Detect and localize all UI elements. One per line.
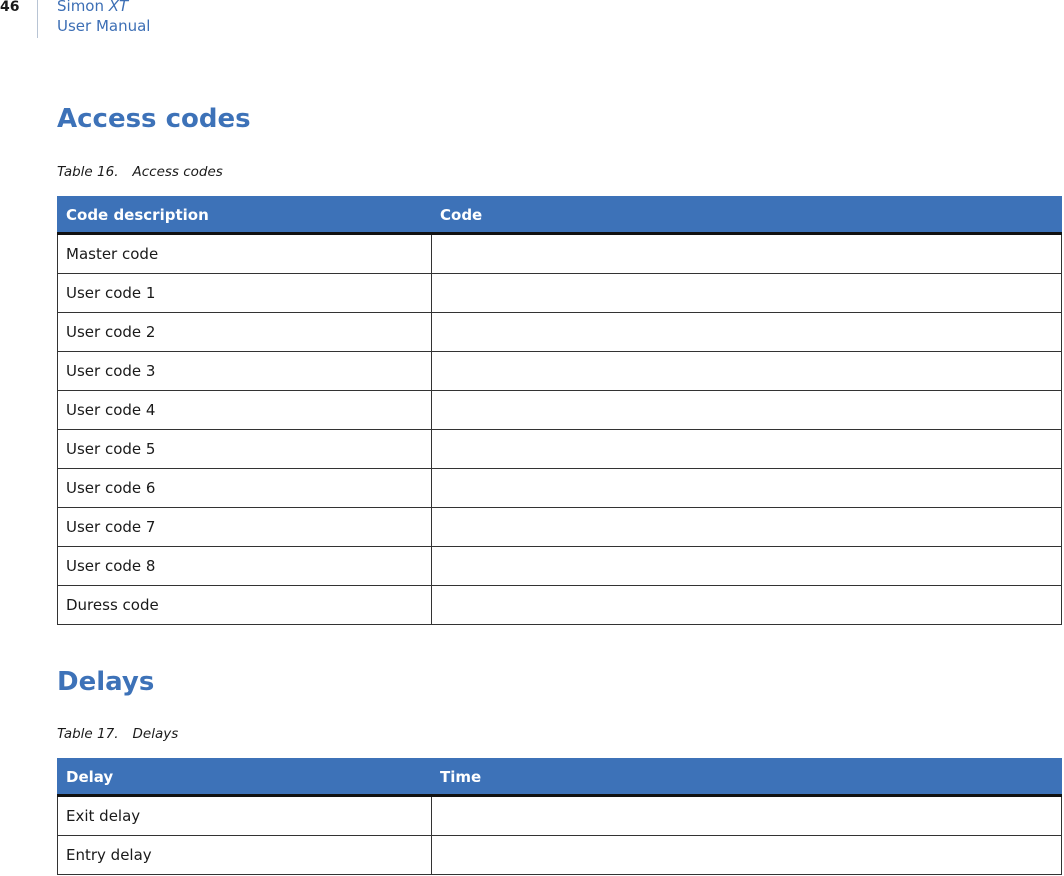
document-title: Simon XT <box>57 0 128 15</box>
value-entry-cell[interactable] <box>431 390 1062 430</box>
delays-heading: Delays <box>57 667 155 697</box>
row-label-cell: User code 3 <box>57 351 432 391</box>
manual-name: User Manual <box>57 17 151 35</box>
caption-number: Table 16. <box>57 164 119 180</box>
column-header-code-description: Code description <box>57 196 432 235</box>
caption-number: Table 17. <box>57 726 119 742</box>
row-label-cell: User code 7 <box>57 507 432 547</box>
table-row: User code 6 <box>57 468 1062 508</box>
table-row: Exit delay <box>57 795 1062 836</box>
table-row: User code 2 <box>57 312 1062 352</box>
access-codes-heading: Access codes <box>57 104 251 134</box>
product-suffix: XT <box>108 0 129 15</box>
value-entry-cell[interactable] <box>431 273 1062 313</box>
row-label-cell: User code 8 <box>57 546 432 586</box>
header-divider <box>37 0 38 38</box>
value-entry-cell[interactable] <box>431 351 1062 391</box>
delays-caption: Table 17. Delays <box>57 726 178 742</box>
row-label-cell: User code 6 <box>57 468 432 508</box>
table-row: Entry delay <box>57 835 1062 875</box>
value-entry-cell[interactable] <box>431 468 1062 508</box>
table-row: User code 4 <box>57 390 1062 430</box>
table-row: User code 7 <box>57 507 1062 547</box>
caption-title: Access codes <box>132 164 223 180</box>
value-entry-cell[interactable] <box>431 312 1062 352</box>
row-label-cell: User code 5 <box>57 429 432 469</box>
column-header-time: Time <box>431 758 1062 797</box>
row-label-cell: User code 1 <box>57 273 432 313</box>
page-number: 46 <box>0 0 20 15</box>
access-codes-caption: Table 16. Access codes <box>57 164 223 180</box>
access-codes-table: Code description Code Master code User co… <box>57 196 1062 625</box>
row-label-cell: User code 4 <box>57 390 432 430</box>
value-entry-cell[interactable] <box>431 546 1062 586</box>
column-header-code: Code <box>431 196 1062 235</box>
table-row: Master code <box>57 233 1062 274</box>
table-row: User code 3 <box>57 351 1062 391</box>
value-entry-cell[interactable] <box>431 507 1062 547</box>
table-header-row: Delay Time <box>57 758 1062 797</box>
product-name: Simon <box>57 0 104 15</box>
row-label-cell: Exit delay <box>57 795 432 836</box>
table-row: User code 1 <box>57 273 1062 313</box>
table-row: User code 5 <box>57 429 1062 469</box>
column-header-delay: Delay <box>57 758 432 797</box>
caption-title: Delays <box>132 726 179 742</box>
row-label-cell: Duress code <box>57 585 432 625</box>
row-label-cell: Entry delay <box>57 835 432 875</box>
value-entry-cell[interactable] <box>431 233 1062 274</box>
page-header: 46 Simon XT User Manual <box>0 0 300 40</box>
row-label-cell: Master code <box>57 233 432 274</box>
delays-table: Delay Time Exit delay Entry delay <box>57 758 1062 875</box>
value-entry-cell[interactable] <box>431 795 1062 836</box>
value-entry-cell[interactable] <box>431 835 1062 875</box>
value-entry-cell[interactable] <box>431 585 1062 625</box>
row-label-cell: User code 2 <box>57 312 432 352</box>
value-entry-cell[interactable] <box>431 429 1062 469</box>
table-row: Duress code <box>57 585 1062 625</box>
table-row: User code 8 <box>57 546 1062 586</box>
table-header-row: Code description Code <box>57 196 1062 235</box>
